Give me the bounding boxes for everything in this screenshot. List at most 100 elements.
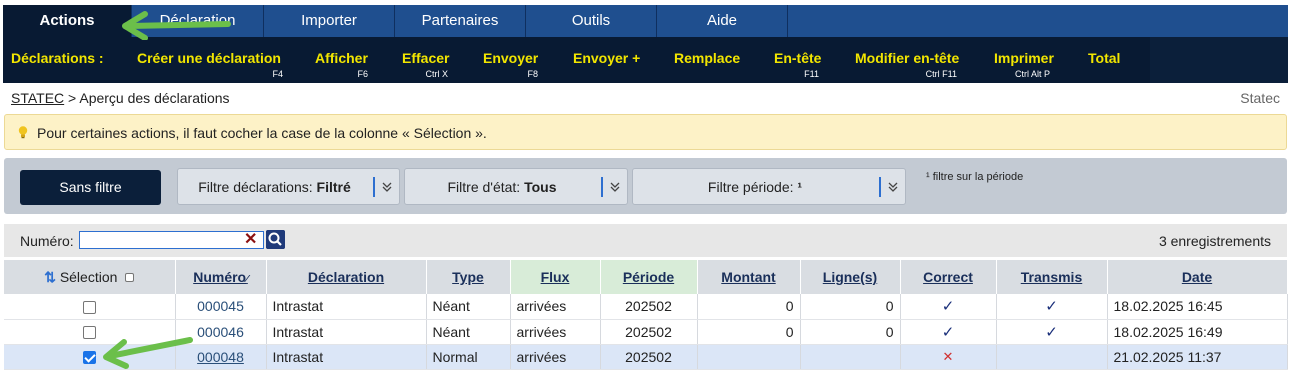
period-filter-select[interactable]: Filtre période: ¹	[632, 168, 906, 205]
double-chevron-down-icon	[610, 182, 620, 192]
cell-flux: arrivées	[510, 319, 601, 345]
replace-button[interactable]: Remplace	[674, 37, 744, 83]
col-header-transmis[interactable]: Transmis	[996, 260, 1108, 294]
clear-search-icon[interactable]: ✕	[244, 230, 258, 250]
filter-separator	[879, 177, 881, 197]
tab-partenaires[interactable]: Partenaires	[395, 5, 526, 37]
filter-separator	[373, 177, 375, 197]
col-header-date[interactable]: Date	[1107, 260, 1288, 294]
tab-declaration[interactable]: Déclaration	[132, 5, 264, 37]
cell-numero[interactable]: 000048	[175, 344, 267, 370]
create-declaration-button[interactable]: Créer une déclaration F4	[137, 37, 283, 83]
row-select-cell	[4, 319, 176, 345]
tab-aide[interactable]: Aide	[657, 5, 788, 37]
cell-lignes: 0	[800, 319, 901, 345]
send-plus-button[interactable]: Envoyer +	[573, 37, 643, 83]
breadcrumb-current: Aperçu des déclarations	[79, 90, 230, 106]
send-button[interactable]: Envoyer F8	[483, 37, 538, 83]
tab-outils[interactable]: Outils	[526, 5, 657, 37]
cell-declaration: Intrastat	[266, 319, 427, 345]
col-header-flux[interactable]: Flux	[510, 260, 601, 294]
record-count: 3 enregistrements	[1158, 233, 1271, 249]
col-header-selection[interactable]: ⇅ Sélection	[4, 260, 176, 294]
col-header-correct[interactable]: Correct	[900, 260, 997, 294]
row-checkbox[interactable]	[82, 326, 96, 340]
site-label: Statec	[1240, 90, 1280, 106]
numero-link[interactable]: 000048	[197, 349, 244, 365]
double-chevron-down-icon	[382, 182, 392, 192]
cell-periode: 202502	[600, 344, 698, 370]
numero-search-label: Numéro:	[20, 233, 74, 249]
breadcrumb: STATEC > Aperçu des déclarations	[11, 90, 230, 106]
tab-actions[interactable]: Actions	[3, 5, 132, 37]
info-notice: Pour certaines actions, il faut cocher l…	[4, 114, 1287, 150]
cell-numero[interactable]: 000045	[175, 294, 267, 320]
table-row[interactable]: 000046 Intrastat Néant arrivées 202502 0…	[4, 319, 1288, 345]
show-button[interactable]: Afficher F6	[315, 37, 368, 83]
breadcrumb-home-link[interactable]: STATEC	[11, 90, 64, 106]
cell-date: 18.02.2025 16:45	[1107, 294, 1288, 320]
cell-numero[interactable]: 000046	[175, 319, 267, 345]
cell-declaration: Intrastat	[266, 294, 427, 320]
double-chevron-down-icon	[888, 182, 898, 192]
check-icon: ✓	[1045, 323, 1058, 341]
total-button[interactable]: Total	[1088, 37, 1128, 83]
actions-title: Déclarations :	[11, 50, 104, 66]
state-filter-select[interactable]: Filtre d'état: Tous	[404, 168, 628, 205]
refresh-icon[interactable]: ⇅	[44, 269, 56, 285]
period-filter-label: Filtre période: ¹	[707, 179, 803, 195]
main-menu-bar: Actions Déclaration Importer Partenaires…	[3, 5, 1288, 37]
table-row[interactable]: 000045 Intrastat Néant arrivées 202502 0…	[4, 294, 1288, 320]
search-bar: Numéro: ✕ 3 enregistrements	[4, 224, 1287, 257]
numero-search-input[interactable]	[79, 231, 264, 249]
cell-transmis: ✓	[996, 319, 1108, 345]
print-button[interactable]: Imprimer Ctrl Alt P	[994, 37, 1054, 83]
cell-type: Néant	[426, 294, 511, 320]
col-header-declaration[interactable]: Déclaration	[266, 260, 427, 294]
cell-periode: 202502	[600, 294, 698, 320]
cell-periode: 202502	[600, 319, 698, 345]
error-x-icon: ✕	[942, 349, 954, 364]
row-select-cell	[4, 344, 176, 370]
cell-date: 21.02.2025 11:37	[1107, 344, 1288, 370]
cell-declaration: Intrastat	[266, 344, 427, 370]
declarations-filter-label: Filtre déclarations: Filtré	[198, 179, 351, 195]
cell-correct: ✕	[900, 344, 997, 370]
edit-header-button[interactable]: Modifier en-tête Ctrl F11	[855, 37, 959, 83]
check-icon: ✓	[941, 298, 955, 316]
check-icon: ✓	[941, 323, 955, 341]
filter-separator	[601, 177, 603, 197]
table-row-selected[interactable]: 000048 Intrastat Normal arrivées 202502 …	[4, 344, 1288, 370]
cell-correct: ✓	[900, 319, 997, 345]
numero-link[interactable]: 000046	[197, 324, 244, 340]
select-all-checkbox[interactable]	[125, 273, 135, 283]
cell-date: 18.02.2025 16:49	[1107, 319, 1288, 345]
col-header-periode[interactable]: Période	[600, 260, 698, 294]
col-header-lignes[interactable]: Ligne(s)	[800, 260, 901, 294]
sort-indicator-icon: ⁄	[246, 274, 248, 285]
cell-transmis: ✓	[996, 294, 1108, 320]
cell-montant: 0	[697, 294, 801, 320]
cell-flux: arrivées	[510, 294, 601, 320]
cell-transmis	[996, 344, 1108, 370]
col-header-numero[interactable]: Numéro⁄	[175, 260, 267, 294]
table-header-row: ⇅ Sélection Numéro⁄ Déclaration Type Flu…	[4, 260, 1288, 294]
state-filter-label: Filtre d'état: Tous	[447, 179, 557, 195]
cell-lignes	[800, 344, 901, 370]
cell-flux: arrivées	[510, 344, 601, 370]
declarations-filter-select[interactable]: Filtre déclarations: Filtré	[177, 168, 400, 205]
numero-link[interactable]: 000045	[197, 298, 244, 314]
notice-text: Pour certaines actions, il faut cocher l…	[37, 125, 487, 141]
col-header-type[interactable]: Type	[426, 260, 511, 294]
row-select-cell	[4, 294, 176, 320]
cell-montant: 0	[697, 319, 801, 345]
delete-button[interactable]: Effacer Ctrl X	[402, 37, 449, 83]
header-button[interactable]: En-tête F11	[774, 37, 821, 83]
filter-panel: Sans filtre Filtre déclarations: Filtré …	[4, 158, 1287, 214]
row-checkbox[interactable]	[82, 301, 96, 315]
row-checkbox-checked[interactable]	[82, 351, 96, 365]
col-header-montant[interactable]: Montant	[697, 260, 801, 294]
tab-importer[interactable]: Importer	[264, 5, 395, 37]
search-icon[interactable]	[266, 230, 285, 249]
clear-filter-button[interactable]: Sans filtre	[20, 170, 161, 205]
